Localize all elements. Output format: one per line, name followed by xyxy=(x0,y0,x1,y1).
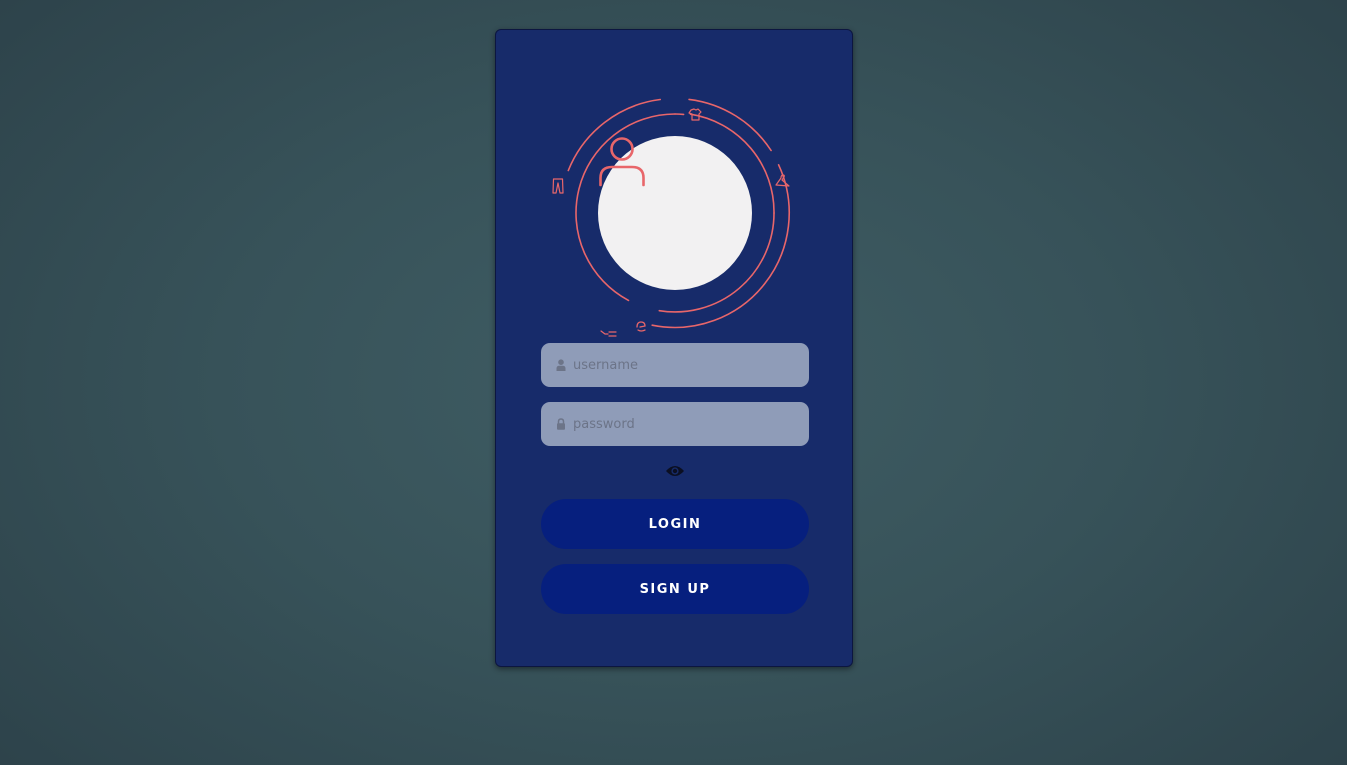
login-card: LOGIN SIGN UP xyxy=(495,29,853,667)
avatar-graphic xyxy=(550,88,800,338)
password-field[interactable] xyxy=(541,402,809,446)
tie-icon xyxy=(600,330,617,337)
user-icon xyxy=(599,137,645,187)
avatar xyxy=(598,136,752,290)
password-input[interactable] xyxy=(573,416,793,432)
shirt-icon xyxy=(688,108,702,121)
user-small-icon xyxy=(555,358,567,372)
hanger-icon xyxy=(775,174,790,187)
sock-icon xyxy=(636,321,646,332)
page-background: { "login_card": { "avatar": { "icon": "u… xyxy=(0,0,1347,765)
lock-icon xyxy=(555,417,567,431)
username-input[interactable] xyxy=(573,357,793,373)
pants-icon xyxy=(552,178,564,194)
login-button[interactable]: LOGIN xyxy=(541,499,809,549)
username-field[interactable] xyxy=(541,343,809,387)
eye-icon[interactable] xyxy=(665,463,685,477)
signup-button[interactable]: SIGN UP xyxy=(541,564,809,614)
